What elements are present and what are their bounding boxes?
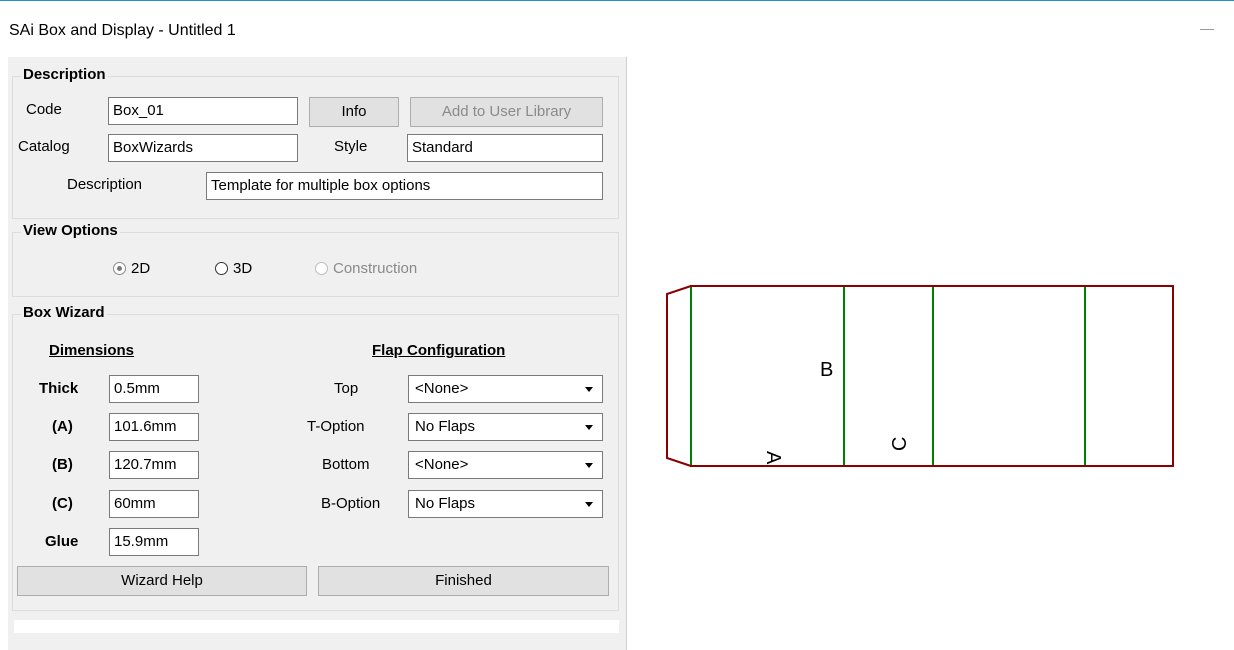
box-wizard-group: Box Wizard Dimensions Flap Configuration… (12, 304, 619, 611)
flap-configuration-heading: Flap Configuration (372, 342, 506, 359)
glue-label: Glue (45, 533, 79, 550)
t-option-select[interactable]: No Flaps (408, 413, 603, 441)
title-bar: SAi Box and Display - Untitled 1 (0, 0, 1234, 40)
add-to-user-library-button[interactable]: Add to User Library (410, 97, 603, 127)
top-select[interactable]: <None> (408, 375, 603, 403)
a-label: (A) (52, 418, 73, 435)
status-bar (14, 620, 619, 633)
panel-label-b: B (820, 359, 833, 381)
b-option-select[interactable]: No Flaps (408, 490, 603, 518)
glue-flap (666, 285, 692, 467)
bottom-label: Bottom (322, 456, 370, 473)
view-options-group-title: View Options (21, 222, 120, 239)
description-group: Description Code Box_01 Info Add to User… (12, 66, 619, 219)
window-title: SAi Box and Display - Untitled 1 (9, 22, 236, 39)
box-dieline-drawing: B A C (666, 285, 1174, 467)
bottom-select-value: <None> (415, 456, 469, 473)
info-button[interactable]: Info (309, 97, 399, 127)
view-construction-radio[interactable]: Construction (315, 260, 417, 277)
radio-checked-icon (113, 262, 126, 275)
view-construction-label: Construction (333, 260, 418, 277)
chevron-down-icon (585, 463, 593, 468)
finished-button[interactable]: Finished (318, 566, 609, 596)
view-3d-label: 3D (233, 260, 253, 277)
description-group-title: Description (21, 66, 108, 83)
view-2d-radio[interactable]: 2D (113, 260, 150, 277)
b-label: (B) (52, 456, 73, 473)
t-option-select-value: No Flaps (415, 418, 476, 435)
view-2d-label: 2D (131, 260, 151, 277)
catalog-label: Catalog (18, 138, 70, 155)
radio-unchecked-icon (215, 262, 228, 275)
glue-field[interactable]: 15.9mm (109, 528, 199, 556)
code-label: Code (26, 101, 62, 118)
wizard-help-button[interactable]: Wizard Help (17, 566, 307, 596)
b-option-select-value: No Flaps (415, 495, 476, 512)
top-select-value: <None> (415, 380, 469, 397)
description-field[interactable]: Template for multiple box options (206, 172, 603, 200)
c-label: (C) (52, 495, 73, 512)
minimize-icon[interactable] (1200, 29, 1214, 30)
box-wizard-group-title: Box Wizard (21, 304, 107, 321)
panel-label-c: C (889, 437, 911, 451)
panel-label-a: A (762, 451, 784, 465)
style-label: Style (334, 138, 368, 155)
chevron-down-icon (585, 502, 593, 507)
view-options-group: View Options 2D 3D Construction (12, 222, 619, 297)
dimensions-heading: Dimensions (49, 342, 135, 359)
bottom-select[interactable]: <None> (408, 451, 603, 479)
a-field[interactable]: 101.6mm (109, 413, 199, 441)
settings-panel: Description Code Box_01 Info Add to User… (8, 57, 627, 650)
c-field[interactable]: 60mm (109, 490, 199, 518)
t-option-label: T-Option (307, 418, 365, 435)
thick-label: Thick (39, 380, 79, 397)
view-3d-radio[interactable]: 3D (215, 260, 252, 277)
chevron-down-icon (585, 425, 593, 430)
radio-unchecked-icon (315, 262, 328, 275)
b-option-label: B-Option (321, 495, 381, 512)
catalog-field[interactable]: BoxWizards (108, 134, 298, 162)
top-label: Top (334, 380, 359, 397)
style-field[interactable]: Standard (407, 134, 603, 162)
chevron-down-icon (585, 387, 593, 392)
thick-field[interactable]: 0.5mm (109, 375, 199, 403)
description-label: Description (67, 176, 143, 193)
code-field[interactable]: Box_01 (108, 97, 298, 125)
b-field[interactable]: 120.7mm (109, 451, 199, 479)
